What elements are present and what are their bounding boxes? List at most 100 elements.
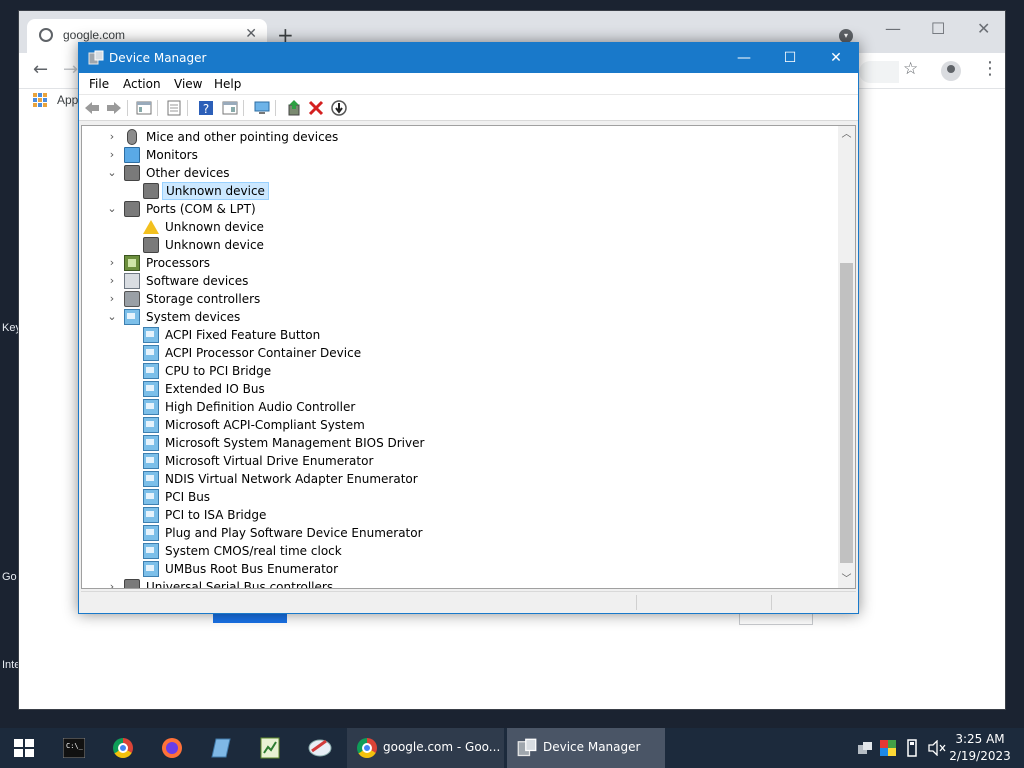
start-button[interactable] xyxy=(14,739,34,757)
clock-time[interactable]: 3:25 AM xyxy=(945,732,1015,746)
tab-search-icon[interactable]: ▾ xyxy=(839,29,853,43)
tree-device[interactable]: Unknown device xyxy=(82,218,832,236)
tree-device[interactable]: High Definition Audio Controller xyxy=(82,398,832,416)
tree-device[interactable]: Unknown device xyxy=(82,182,832,200)
paint-icon[interactable] xyxy=(308,737,332,759)
chrome-maximize-button[interactable]: ☐ xyxy=(931,19,945,38)
taskbar-app-chrome[interactable]: google.com - Goo... xyxy=(347,728,504,768)
help-icon[interactable]: ? xyxy=(197,99,215,117)
tree-device[interactable]: PCI to ISA Bridge xyxy=(82,506,832,524)
tree-device[interactable]: NDIS Virtual Network Adapter Enumerator xyxy=(82,470,832,488)
close-tab-icon[interactable]: ✕ xyxy=(245,26,257,42)
forward-icon[interactable]: → xyxy=(63,59,78,80)
close-button[interactable]: ✕ xyxy=(813,43,859,73)
tree-item-label: NDIS Virtual Network Adapter Enumerator xyxy=(165,472,418,486)
tree-category[interactable]: ⌄ Ports (COM & LPT) xyxy=(82,200,832,218)
system-device-icon xyxy=(143,363,159,379)
tree-device[interactable]: Microsoft Virtual Drive Enumerator xyxy=(82,452,832,470)
chrome-close-button[interactable]: ✕ xyxy=(977,19,990,38)
tree-device[interactable]: Unknown device xyxy=(82,236,832,254)
expand-chevron-icon[interactable]: › xyxy=(106,146,118,164)
uninstall-device-icon[interactable] xyxy=(307,99,325,117)
warning-icon xyxy=(143,220,159,234)
menu-view[interactable]: View xyxy=(174,77,202,91)
device-tree[interactable]: › Mice and other pointing devices › Monitor… xyxy=(81,125,856,589)
usb-tray-icon[interactable] xyxy=(906,739,918,757)
back-icon[interactable]: ← xyxy=(33,59,48,80)
tree-category[interactable]: › Mice and other pointing devices xyxy=(82,128,832,146)
collapse-chevron-icon[interactable]: ⌄ xyxy=(106,164,118,182)
tree-category[interactable]: › Monitors xyxy=(82,146,832,164)
tree-device[interactable]: CPU to PCI Bridge xyxy=(82,362,832,380)
disable-device-icon[interactable] xyxy=(330,99,348,117)
expand-chevron-icon[interactable]: › xyxy=(106,290,118,308)
taskbar-app-label: Device Manager xyxy=(543,740,641,754)
tree-device[interactable]: Extended IO Bus xyxy=(82,380,832,398)
expand-chevron-icon[interactable]: › xyxy=(106,578,118,588)
firefox-icon[interactable] xyxy=(161,737,183,759)
tree-category[interactable]: ⌄ System devices xyxy=(82,308,832,326)
desktop-icon-label[interactable]: Go xyxy=(2,571,17,583)
collapse-chevron-icon[interactable]: ⌄ xyxy=(106,308,118,326)
system-device-icon xyxy=(143,507,159,523)
usb-icon xyxy=(124,579,140,588)
update-driver-icon[interactable] xyxy=(285,99,303,117)
properties-icon[interactable] xyxy=(165,99,183,117)
tree-device[interactable]: Plug and Play Software Device Enumerator xyxy=(82,524,832,542)
tree-device[interactable]: UMBus Root Bus Enumerator xyxy=(82,560,832,578)
tree-device[interactable]: Microsoft System Management BIOS Driver xyxy=(82,434,832,452)
system-device-icon xyxy=(143,453,159,469)
tree-device[interactable]: System CMOS/real time clock xyxy=(82,542,832,560)
notepad-icon[interactable] xyxy=(210,737,232,759)
clock-date[interactable]: 2/19/2023 xyxy=(945,749,1015,763)
scrollbar-thumb[interactable] xyxy=(840,263,853,563)
svg-text:?: ? xyxy=(203,102,209,116)
chrome-menu-icon[interactable]: ⋮ xyxy=(981,58,999,79)
chrome-icon[interactable] xyxy=(113,738,133,758)
tree-device[interactable]: PCI Bus xyxy=(82,488,832,506)
menu-help[interactable]: Help xyxy=(214,77,241,91)
expand-chevron-icon[interactable]: › xyxy=(106,272,118,290)
system-device-icon xyxy=(143,543,159,559)
terminal-icon[interactable]: C:\_ xyxy=(63,738,85,758)
tree-category[interactable]: › Universal Serial Bus controllers xyxy=(82,578,832,588)
tree-item-label: Microsoft Virtual Drive Enumerator xyxy=(165,454,374,468)
profile-avatar[interactable] xyxy=(941,61,961,81)
scroll-up-arrow-icon[interactable]: ︿ xyxy=(838,126,855,143)
volume-muted-icon[interactable] xyxy=(928,740,946,756)
bookmark-star-icon[interactable]: ☆ xyxy=(903,59,918,79)
back-icon[interactable] xyxy=(83,99,101,117)
unknown-device-icon xyxy=(124,165,140,181)
minimize-button[interactable]: — xyxy=(721,43,767,73)
device-tray-icon[interactable] xyxy=(857,741,873,755)
action-pane-icon[interactable] xyxy=(221,99,239,117)
forward-icon[interactable] xyxy=(105,99,123,117)
show-hide-console-tree-icon[interactable] xyxy=(135,99,153,117)
expand-chevron-icon[interactable]: › xyxy=(106,254,118,272)
maximize-button[interactable]: ☐ xyxy=(767,43,813,73)
tree-category[interactable]: ⌄ Other devices xyxy=(82,164,832,182)
tree-category[interactable]: › Software devices xyxy=(82,272,832,290)
color-tray-icon[interactable] xyxy=(880,740,896,756)
taskbar-app-device-manager[interactable]: Device Manager xyxy=(507,728,665,768)
menu-action[interactable]: Action xyxy=(123,77,161,91)
expand-chevron-icon[interactable]: › xyxy=(106,128,118,146)
svg-text:C:\_: C:\_ xyxy=(66,742,84,750)
tree-device[interactable]: ACPI Fixed Feature Button xyxy=(82,326,832,344)
tree-category[interactable]: › Storage controllers xyxy=(82,290,832,308)
system-device-icon xyxy=(143,381,159,397)
menu-file[interactable]: File xyxy=(89,77,109,91)
chrome-minimize-button[interactable]: — xyxy=(885,19,901,38)
tree-category[interactable]: › Processors xyxy=(82,254,832,272)
tree-device[interactable]: Microsoft ACPI-Compliant System xyxy=(82,416,832,434)
scroll-down-arrow-icon[interactable]: ﹀ xyxy=(838,571,855,588)
spreadsheet-icon[interactable] xyxy=(259,737,281,759)
scan-hardware-icon[interactable] xyxy=(253,99,271,117)
collapse-chevron-icon[interactable]: ⌄ xyxy=(106,200,118,218)
device-manager-icon xyxy=(88,50,104,65)
title-bar[interactable]: Device Manager — ☐ ✕ xyxy=(79,43,858,73)
address-bar[interactable] xyxy=(859,61,899,83)
apps-grid-icon[interactable] xyxy=(33,93,47,107)
vertical-scrollbar[interactable]: ︿ ﹀ xyxy=(838,126,855,588)
tree-device[interactable]: ACPI Processor Container Device xyxy=(82,344,832,362)
